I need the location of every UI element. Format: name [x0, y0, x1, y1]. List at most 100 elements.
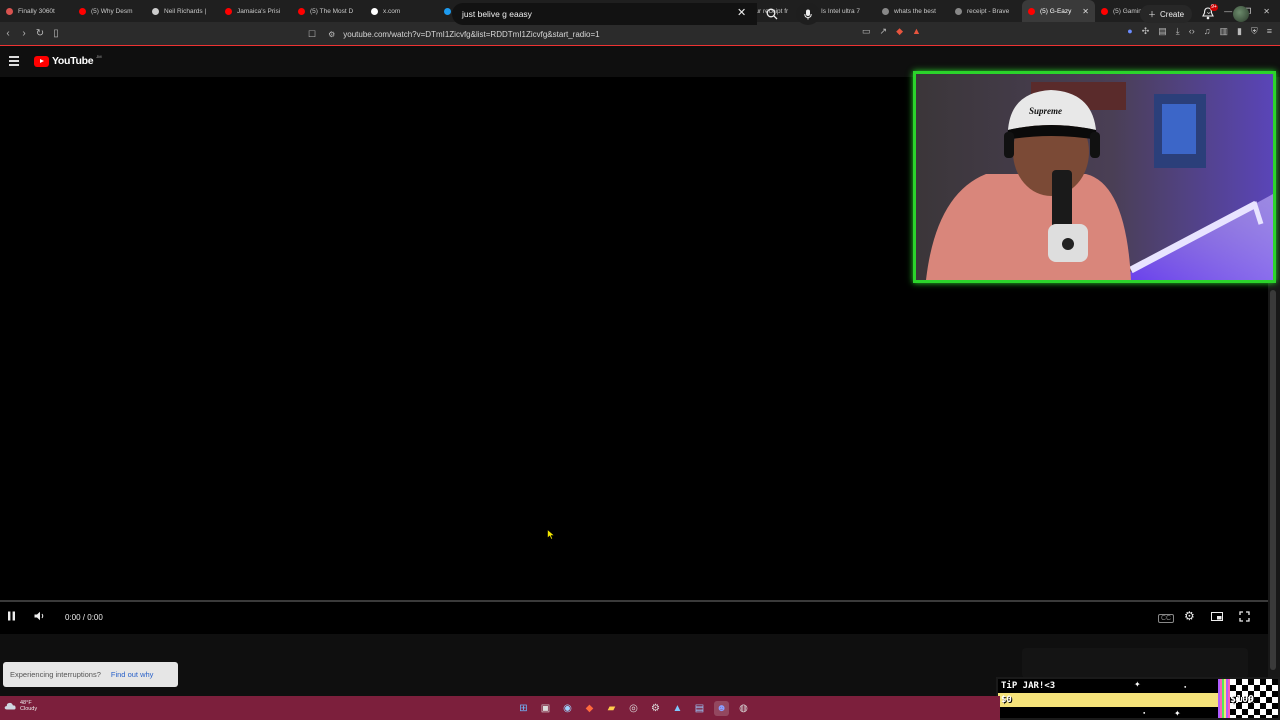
tip-jar-overlay: TiP JAR!<3 $0 $100 ✦ ✦ ● ● — [996, 677, 1280, 720]
vpn-icon[interactable]: ● — [1127, 26, 1132, 37]
settings-gear-icon[interactable]: ⚙ — [1184, 609, 1195, 623]
browser-tab[interactable]: Finally 3060t — [0, 0, 73, 22]
devtools-icon[interactable]: ‹› — [1189, 26, 1195, 37]
cast-icon[interactable]: ▭ — [862, 26, 871, 37]
brave-rewards-icon[interactable]: ▲ — [912, 26, 921, 37]
scrollbar-thumb[interactable] — [1270, 290, 1276, 670]
tab-favicon-icon — [1101, 7, 1108, 15]
wallet-icon[interactable]: ▤ — [1158, 26, 1167, 37]
tab-favicon-icon — [225, 7, 232, 15]
browser-tab[interactable]: Jamaica's Prisi — [219, 0, 292, 22]
steam-icon[interactable]: ◉ — [560, 701, 575, 716]
settings-icon[interactable]: ⚙ — [648, 701, 663, 716]
reload-icon[interactable]: ↻ — [32, 28, 48, 39]
tab-favicon-icon — [444, 7, 451, 15]
music-icon[interactable]: ♫ — [1204, 26, 1211, 37]
tip-jar-stripes — [1218, 679, 1230, 718]
tab-title: Jamaica's Prisi — [237, 7, 281, 15]
tab-favicon-icon — [955, 7, 962, 15]
sparkle-icon: ● — [1143, 710, 1146, 715]
address-bar[interactable]: ☐ ⚙ youtube.com/watch?v=DTmI1Zicvfg&list… — [308, 25, 940, 43]
account-avatar[interactable] — [1233, 6, 1249, 22]
browser-tab[interactable]: receipt - Brave — [949, 0, 1022, 22]
forward-icon[interactable]: › — [16, 28, 32, 39]
sparkle-icon: ● — [1184, 684, 1187, 689]
bookmark-icon[interactable]: ☐ — [308, 29, 316, 40]
search-query[interactable]: just belive g eaasy — [462, 9, 532, 19]
browser-tab[interactable]: (5) G-Eazy ✕ — [1022, 0, 1095, 22]
browser-tab[interactable]: (5) Why Desm — [73, 0, 146, 22]
cap-logo-text: Supreme — [1029, 106, 1062, 116]
menu-icon[interactable] — [9, 56, 19, 68]
youtube-wordmark: YouTube — [52, 55, 94, 67]
player-controls: 0:00 / 0:00 CC ⚙ — [0, 605, 1268, 631]
tab-favicon-icon — [371, 7, 378, 15]
taskbar-apps: ⊞ ▣ ◉ ◆ ▰ ◎ ⚙ ▲ ▤ ☻ ◍ — [516, 701, 751, 716]
brave-icon[interactable]: ◆ — [582, 701, 597, 716]
microphone-icon — [804, 9, 812, 19]
window-close-icon[interactable]: ✕ — [1263, 7, 1270, 16]
minimize-icon[interactable]: — — [1224, 7, 1232, 16]
task-view-icon[interactable]: ▣ — [538, 701, 553, 716]
photos-icon[interactable]: ▲ — [670, 701, 685, 716]
create-button[interactable]: ＋ Create — [1140, 5, 1193, 23]
screen: Finally 3060t (5) Why Desm Neil Richards |… — [0, 0, 1280, 720]
share-icon[interactable]: ↗ — [880, 26, 888, 37]
search-input[interactable]: just belive g eaasy — [452, 3, 757, 25]
start-icon[interactable]: ⊞ — [516, 701, 531, 716]
browser-tab[interactable]: x.com — [365, 0, 438, 22]
tab-title: (5) The Most D — [310, 7, 354, 15]
downloads-icon[interactable]: ⤓ — [1176, 26, 1180, 37]
miniplayer-icon[interactable] — [1211, 612, 1223, 623]
browser-tab[interactable]: Neil Richards | — [146, 0, 219, 22]
browser-tab[interactable]: whats the best — [876, 0, 949, 22]
volume-icon — [34, 611, 44, 621]
mute-button[interactable] — [34, 611, 46, 623]
progress-bar[interactable] — [0, 600, 1268, 602]
find-out-why-link[interactable]: Find out why — [111, 670, 154, 679]
subtitles-icon[interactable]: CC — [1158, 614, 1175, 623]
country-code: JM — [96, 53, 102, 59]
search-icon — [766, 8, 778, 20]
voice-search-button[interactable] — [796, 3, 820, 25]
browser-menu-icon[interactable]: ≡ — [1267, 26, 1272, 37]
tip-jar-goal: $100 — [1230, 694, 1255, 705]
shield-icon[interactable]: ⛨ — [1251, 26, 1258, 37]
tab-title: (5) G-Eazy — [1040, 7, 1072, 15]
plus-icon: ＋ — [1148, 9, 1156, 19]
site-info-icon[interactable]: ⚙ — [328, 30, 335, 39]
tip-jar-amount: $0 — [1001, 695, 1012, 705]
tab-favicon-icon — [298, 7, 305, 15]
browser-tab[interactable]: (5) The Most D — [292, 0, 365, 22]
obs-icon[interactable]: ◎ — [626, 701, 641, 716]
weather-widget[interactable]: 48°F Cloudy — [4, 700, 37, 712]
split-view-icon[interactable]: ▥ — [1220, 26, 1229, 37]
tab-favicon-icon — [79, 7, 86, 15]
create-label: Create — [1160, 9, 1185, 19]
webcam-overlay: Supreme — [913, 71, 1276, 283]
tip-jar-title: TiP JAR!<3 — [998, 679, 1220, 693]
file-explorer-icon[interactable]: ▰ — [604, 701, 619, 716]
chrome-icon[interactable]: ◍ — [736, 701, 751, 716]
brave-shields-icon[interactable]: ◆ — [896, 26, 903, 37]
clear-search-icon[interactable]: ✕ — [737, 6, 746, 19]
fullscreen-icon[interactable] — [1239, 611, 1250, 624]
url-text[interactable]: youtube.com/watch?v=DTmI1Zicvfg&list=RDD… — [343, 30, 599, 39]
address-actions: ▭ ↗ ◆ ▲ — [862, 26, 921, 37]
interruptions-notice: Experiencing interruptions? Find out why — [3, 662, 178, 687]
youtube-logo[interactable]: YouTube JM — [34, 53, 102, 67]
discord-icon[interactable]: ☻ — [714, 701, 729, 716]
sidebar-toggle-icon[interactable]: ▯ — [48, 28, 64, 39]
search-button[interactable] — [758, 3, 786, 25]
notepad-icon[interactable]: ▤ — [692, 701, 707, 716]
tab-favicon-icon — [152, 7, 159, 15]
pause-icon — [8, 611, 15, 621]
extensions-icon[interactable]: ✣ — [1142, 26, 1150, 37]
tab-title: whats the best — [894, 7, 936, 15]
pause-button[interactable] — [7, 611, 16, 623]
back-icon[interactable]: ‹ — [0, 28, 16, 39]
webcam-feed: Supreme — [916, 74, 1273, 280]
tab-title: Neil Richards | — [164, 7, 207, 15]
sidebar-icon[interactable]: ▮ — [1237, 26, 1242, 37]
tab-close-icon[interactable]: ✕ — [1082, 7, 1089, 16]
